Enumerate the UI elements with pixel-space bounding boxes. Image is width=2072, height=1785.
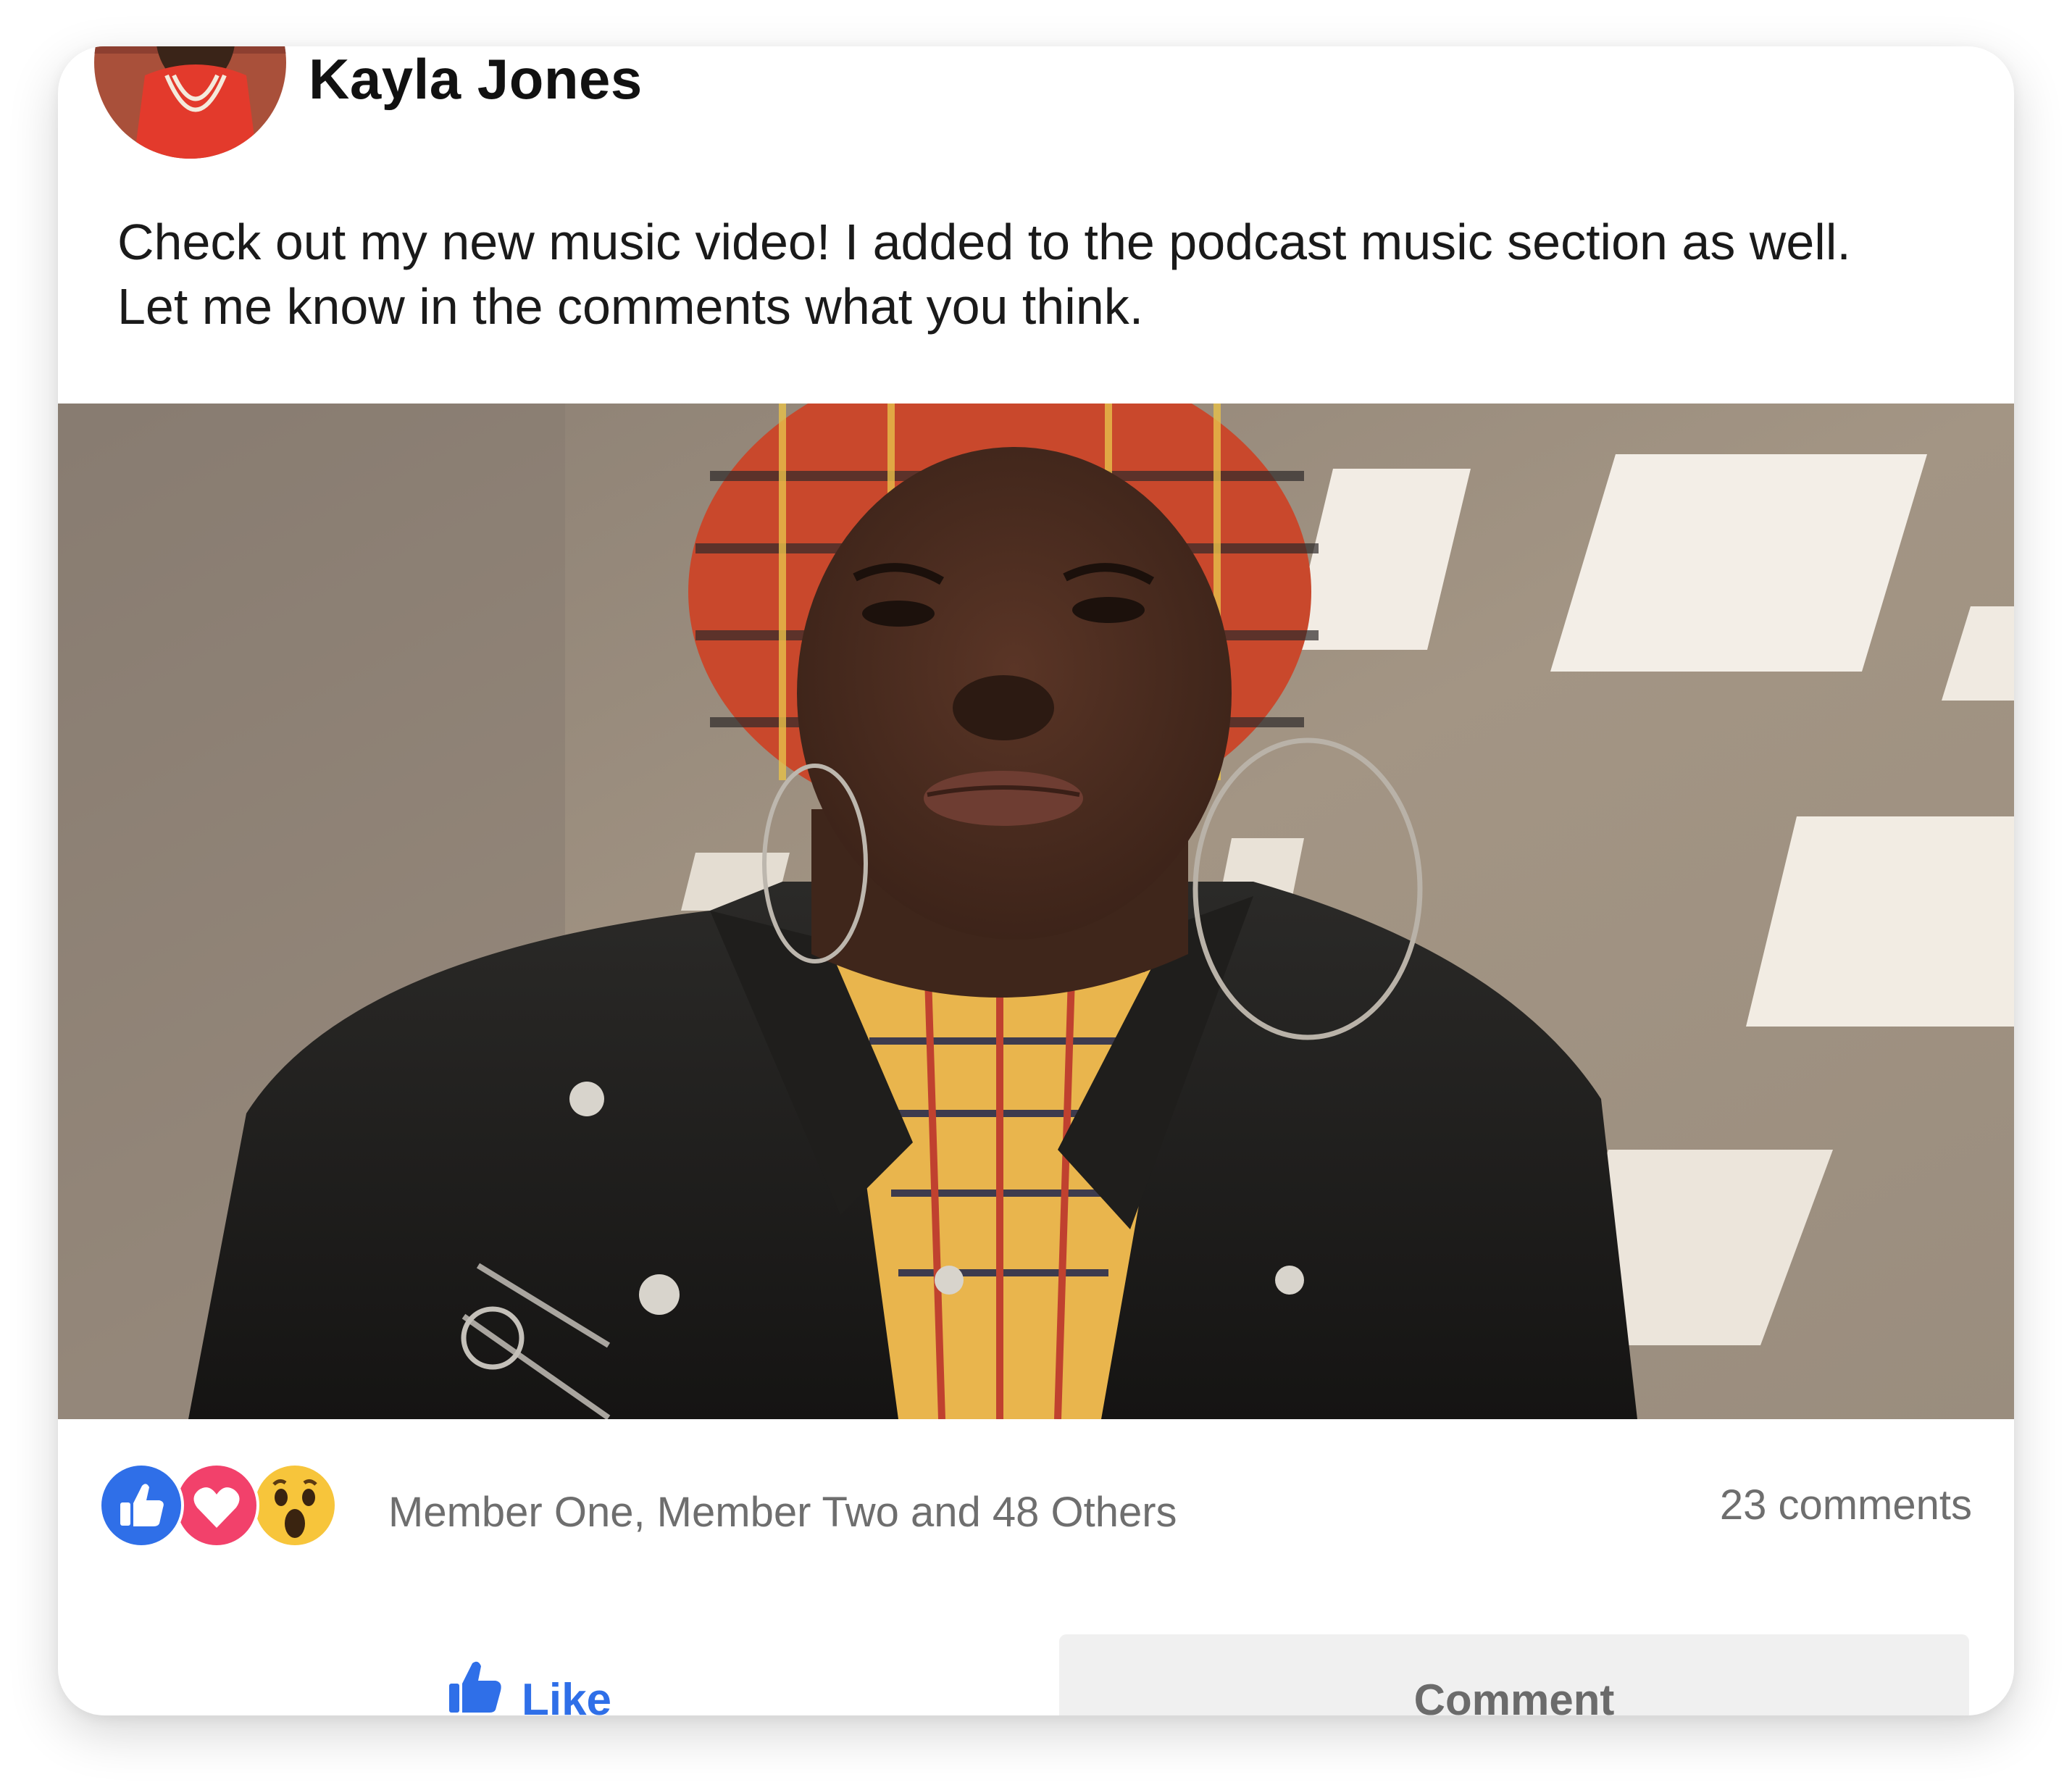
post-card: Kayla Jones Check out my new music video… bbox=[58, 46, 2014, 1715]
video-thumbnail bbox=[58, 404, 2014, 1419]
post-video[interactable] bbox=[58, 404, 2014, 1419]
author-name[interactable]: Kayla Jones bbox=[309, 46, 643, 112]
reaction-icons[interactable] bbox=[99, 1463, 367, 1550]
like-button[interactable]: Like bbox=[58, 1633, 1000, 1715]
post-text: Check out my new music video! I added to… bbox=[117, 214, 1851, 335]
comment-label: Comment bbox=[1413, 1676, 1615, 1715]
heart-icon bbox=[174, 1463, 259, 1548]
thumbs-up-icon bbox=[99, 1463, 184, 1548]
author-avatar[interactable] bbox=[94, 46, 286, 159]
thumbs-up-icon bbox=[446, 1659, 503, 1715]
like-label: Like bbox=[521, 1674, 612, 1716]
wow-face-icon bbox=[252, 1463, 338, 1548]
comment-button[interactable]: Comment bbox=[1059, 1634, 1969, 1715]
avatar-photo bbox=[94, 46, 286, 159]
liked-by-text[interactable]: Member One, Member Two and 48 Others bbox=[388, 1488, 1177, 1537]
comments-count[interactable]: 23 comments bbox=[1720, 1481, 1972, 1529]
